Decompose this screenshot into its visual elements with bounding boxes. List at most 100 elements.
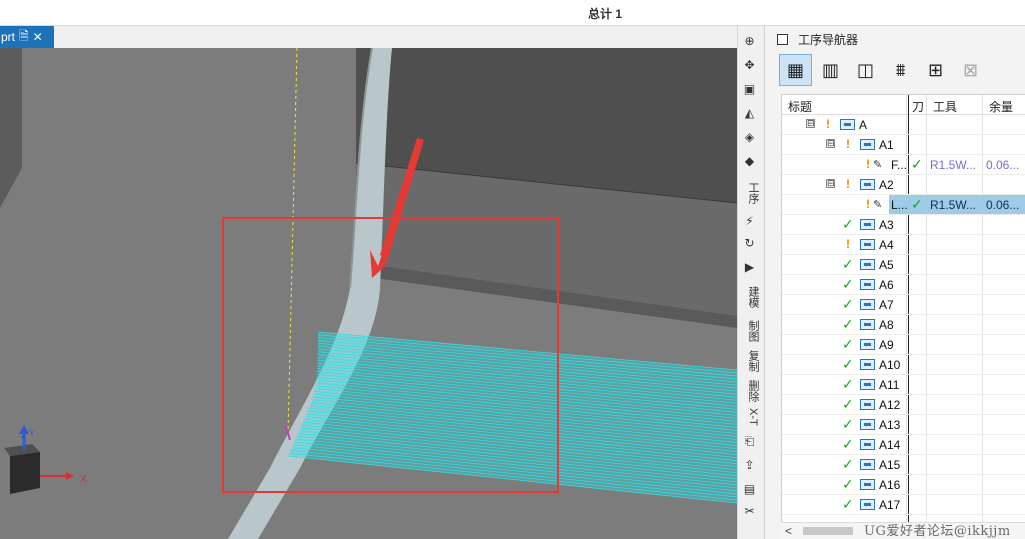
row-label: A7 [879, 298, 894, 312]
folder-icon [860, 219, 875, 230]
geometry-view-button[interactable]: ◫ [849, 54, 882, 86]
tool-delete[interactable]: 删除 [740, 376, 759, 406]
close-icon[interactable]: ✕ [33, 30, 43, 44]
simulate-icon[interactable]: ▶ [740, 258, 759, 276]
row-label: A14 [879, 438, 901, 452]
row-label: A5 [879, 258, 894, 272]
collapse-icon[interactable]: ⊟ [826, 139, 835, 148]
row-label: A [859, 118, 868, 132]
folder-icon [860, 239, 875, 250]
y-axis-label: Y [29, 428, 35, 438]
program-group-row[interactable]: ✓ A13 [782, 415, 1025, 435]
view-cube-icon[interactable]: ▣ [740, 80, 759, 98]
blank-icon[interactable]: ◆ [740, 152, 759, 170]
tool-modeling[interactable]: 建模 [740, 282, 759, 312]
program-group-row[interactable]: ✓ A10 [782, 355, 1025, 375]
create-operation-button[interactable]: ⊞ [919, 54, 952, 86]
program-group-row[interactable]: ✓ A6 [782, 275, 1025, 295]
program-order-view-button[interactable]: ▦ [779, 54, 812, 86]
program-group-row[interactable]: ! A4 [782, 235, 1025, 255]
folder-icon [860, 379, 875, 390]
program-group-row[interactable]: ✓ A5 [782, 255, 1025, 275]
check-icon: ✓ [842, 436, 854, 452]
stock-cell: 0.06... [986, 198, 1020, 212]
col-stock-header[interactable]: 余量 [989, 98, 1013, 115]
program-group-row[interactable]: ✓ A9 [782, 335, 1025, 355]
tool-xt[interactable]: X-T [740, 404, 759, 430]
tool-copy[interactable]: 复制 [740, 346, 759, 376]
check-icon: ✓ [842, 376, 854, 392]
tool-operations[interactable]: 工序 [740, 178, 759, 208]
program-group-row[interactable]: ⊟! A2 [782, 175, 1025, 195]
program-group-row[interactable]: ✓ A8 [782, 315, 1025, 335]
check-icon: ✓ [842, 456, 854, 472]
part-tab[interactable]: prt 🗎 ✕ [0, 26, 54, 48]
check-icon: ✓ [842, 356, 854, 372]
warning-icon: ! [846, 137, 850, 151]
section-icon[interactable]: ◈ [740, 128, 759, 146]
check-icon: ✓ [842, 416, 854, 432]
program-group-row[interactable]: ✓ A12 [782, 395, 1025, 415]
program-group-row[interactable]: ✓ A16 [782, 475, 1025, 495]
program-group-row[interactable]: ✓ A11 [782, 375, 1025, 395]
warning-icon: ! [866, 157, 870, 171]
delete-operation-button[interactable]: ⊠ [954, 54, 987, 86]
check-icon: ✓ [842, 216, 854, 232]
col-flag-header[interactable]: 刀 [912, 98, 924, 115]
folder-icon [860, 439, 875, 450]
check-icon: ✓ [842, 476, 854, 492]
method-view-button[interactable]: ⩩ [884, 54, 917, 86]
title-bar: 总计 1 [0, 0, 1025, 26]
scroll-left-icon[interactable]: < [785, 524, 792, 538]
model-canvas[interactable]: Z Y X [0, 48, 737, 539]
graphics-viewport[interactable]: Z Y X [0, 48, 737, 539]
row-label: A8 [879, 318, 894, 332]
import-icon[interactable]: ⇪ [740, 456, 759, 474]
program-group-row[interactable]: ✓ A17 [782, 495, 1025, 515]
folder-icon [860, 179, 875, 190]
measure-icon[interactable]: ◭ [740, 104, 759, 122]
col-name-header[interactable]: 标题 [788, 98, 812, 115]
check-icon: ✓ [911, 156, 923, 172]
collapse-icon[interactable]: ⊟ [826, 179, 835, 188]
operation-icon: ✎ [873, 199, 883, 211]
operation-row[interactable]: ! ✎ F... ✓ R1.5W... 0.06... [782, 155, 1025, 175]
row-label: F... [891, 158, 908, 172]
row-label: A12 [879, 398, 901, 412]
row-label: A11 [879, 378, 900, 392]
stock-cell: 0.06... [986, 158, 1020, 172]
pan-icon[interactable]: ✥ [740, 56, 759, 74]
folder-icon [860, 399, 875, 410]
scroll-thumb[interactable] [803, 527, 853, 535]
check-icon: ✓ [842, 336, 854, 352]
pin-checkbox[interactable] [777, 33, 788, 45]
machine-tool-view-button[interactable]: ▥ [814, 54, 847, 86]
check-icon: ✓ [842, 316, 854, 332]
folder-icon [860, 259, 875, 270]
tools-icon[interactable]: ✂ [740, 502, 759, 520]
refresh-icon[interactable]: ↻ [740, 234, 759, 252]
folder-icon [860, 139, 875, 150]
row-label: A15 [879, 458, 901, 472]
program-group-row[interactable]: ⊟! A [782, 115, 1025, 135]
row-label: A1 [879, 138, 894, 152]
document-icon: 🗎 [19, 28, 29, 43]
program-group-row[interactable]: ✓ A3 [782, 215, 1025, 235]
check-icon: ✓ [842, 296, 854, 312]
export-icon[interactable]: ⎗ [740, 432, 759, 450]
program-group-row[interactable]: ⊟! A1 [782, 135, 1025, 155]
operation-navigator: 工序导航器 ▦ ▥ ◫ ⩩ ⊞ ⊠ 标题 刀 工具 余量 ⊟! A ⊟! A1! ✎ F.… [764, 26, 1025, 539]
collapse-icon[interactable]: ⊟ [806, 119, 815, 128]
generate-icon[interactable]: ⚡ [740, 212, 759, 230]
orbit-icon[interactable]: ⊕ [740, 32, 759, 50]
folder-icon [860, 359, 875, 370]
save-icon[interactable]: ▤ [740, 480, 759, 498]
row-label: A6 [879, 278, 894, 292]
col-tool-header[interactable]: 工具 [933, 98, 957, 115]
operation-row[interactable]: ! ✎ L... ✓ R1.5W... 0.06... [782, 195, 1025, 215]
watermark: UG爱好者论坛@ikkjjm [864, 524, 1011, 539]
program-group-row[interactable]: ✓ A14 [782, 435, 1025, 455]
tool-drafting[interactable]: 制图 [740, 316, 759, 346]
program-group-row[interactable]: ✓ A15 [782, 455, 1025, 475]
program-group-row[interactable]: ✓ A7 [782, 295, 1025, 315]
